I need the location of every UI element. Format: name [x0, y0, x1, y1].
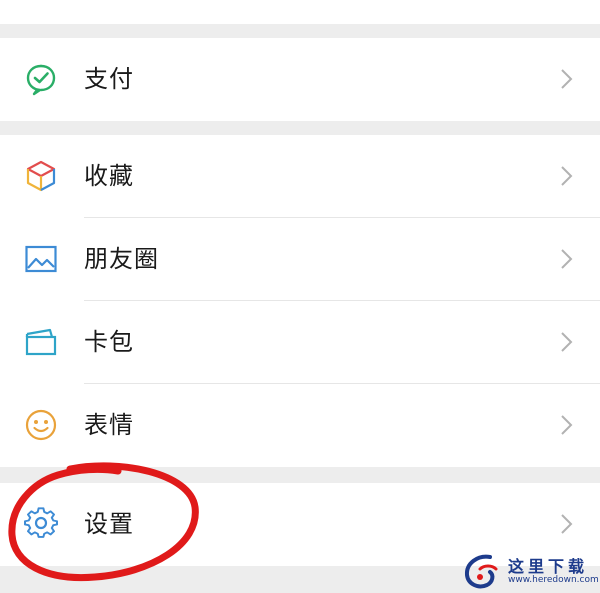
- watermark-text: 这里下载: [508, 557, 589, 576]
- menu-item-favorites-label: 收藏: [84, 162, 134, 190]
- payment-group: 支付: [0, 38, 600, 121]
- swirl-logo-icon: [464, 554, 498, 589]
- chevron-right-icon: [560, 165, 574, 187]
- menu-item-payment-label: 支付: [84, 65, 134, 93]
- chevron-right-icon: [560, 513, 574, 535]
- menu-item-favorites[interactable]: 收藏: [0, 135, 600, 218]
- menu-item-stickers-label: 表情: [84, 411, 134, 439]
- top-group-remnant: [0, 0, 600, 24]
- menu-item-moments[interactable]: 朋友圈: [0, 218, 600, 301]
- menu-item-cards[interactable]: 卡包: [0, 301, 600, 384]
- card-wallet-icon: [24, 325, 58, 359]
- gear-icon: [24, 507, 58, 541]
- chevron-right-icon: [560, 68, 574, 90]
- payment-icon: [24, 62, 58, 96]
- favorites-cube-icon: [24, 159, 58, 193]
- chevron-right-icon: [560, 414, 574, 436]
- sticker-smile-icon: [24, 408, 58, 442]
- menu-item-payment[interactable]: 支付: [0, 38, 600, 121]
- watermark-logo: 这里下载 www.heredown.com: [460, 551, 599, 591]
- chevron-right-icon: [560, 248, 574, 270]
- features-group: 收藏 朋友圈 卡包 表情: [0, 135, 600, 467]
- menu-item-stickers[interactable]: 表情: [0, 384, 600, 467]
- chevron-right-icon: [560, 331, 574, 353]
- menu-item-settings-label: 设置: [84, 510, 134, 538]
- menu-item-moments-label: 朋友圈: [84, 245, 159, 273]
- menu-item-cards-label: 卡包: [84, 328, 134, 356]
- moments-picture-icon: [24, 242, 58, 276]
- watermark-url: www.heredown.com: [508, 575, 599, 585]
